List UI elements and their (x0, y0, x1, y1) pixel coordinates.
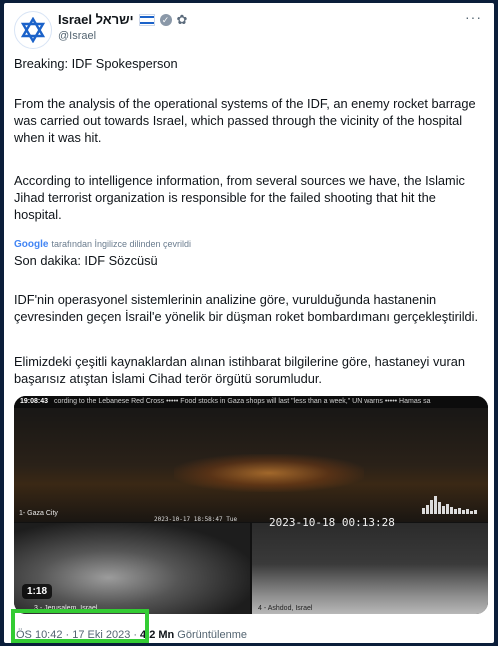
tweet-line-1: Breaking: IDF Spokesperson (14, 56, 178, 71)
video-duration: 1:18 (22, 584, 53, 599)
avatar[interactable] (14, 11, 52, 49)
translated-line-1: Son dakika: IDF Sözcüsü (14, 253, 158, 268)
more-options-icon[interactable]: ··· (465, 9, 482, 25)
feed-label-ashdod: 4 - Ashdod, Israel (258, 605, 313, 612)
news-ticker: 19:08:43 cording to the Lebanese Red Cros… (14, 396, 488, 408)
account-name-row: Israel ישראל ✓ ✿ (58, 12, 187, 27)
verified-badge-icon: ✓ (159, 13, 172, 26)
account-name[interactable]: Israel ישראל (58, 12, 134, 27)
audio-level-bars (422, 494, 480, 514)
translation-note[interactable]: Google tarafından İngilizce dilinden çevr… (14, 239, 191, 250)
translated-paragraph-3: Elimizdeki çeşitli kaynaklardan alınan i… (14, 354, 465, 386)
video-feed-ashdod: 4 - Ashdod, Israel (252, 523, 488, 614)
israel-flag-icon (138, 13, 155, 26)
video-feed-jerusalem: 3 - Jerusalem, Israel (14, 523, 250, 614)
video-player[interactable]: 19:08:43 cording to the Lebanese Red Cros… (14, 396, 488, 614)
account-handle[interactable]: @Israel (58, 30, 96, 42)
tweet-card: Israel ישראל ✓ ✿ @Israel ··· Breaking: I… (4, 3, 494, 643)
explosion-glow (174, 454, 364, 492)
feed-label-gaza: 1- Gaza City (19, 510, 58, 517)
translation-label: tarafından İngilizce dilinden çevrildi (51, 239, 192, 249)
video-feed-gaza: 19:08:43 cording to the Lebanese Red Cros… (14, 396, 488, 522)
translated-paragraph-2: IDF'nin operasyonel sistemlerinin analiz… (14, 292, 479, 324)
ticker-time: 19:08:43 (20, 398, 49, 405)
ticker-text: cording to the Lebanese Red Cross ••••• … (54, 398, 431, 405)
star-of-david-icon (20, 17, 46, 43)
tweet-paragraph-2: From the analysis of the operational sys… (14, 96, 476, 145)
feed-small-timestamp: 2023-10-17 18:58:47 Tue (154, 516, 238, 523)
tweet-paragraph-3: According to intelligence information, f… (14, 173, 465, 222)
feed-timestamp: 2023-10-18 00:13:28 (269, 516, 395, 529)
view-count-label: Görüntülenme (177, 629, 247, 641)
google-logo: Google (14, 239, 49, 250)
gear-icon: ✿ (176, 11, 188, 27)
highlight-box (11, 609, 149, 643)
